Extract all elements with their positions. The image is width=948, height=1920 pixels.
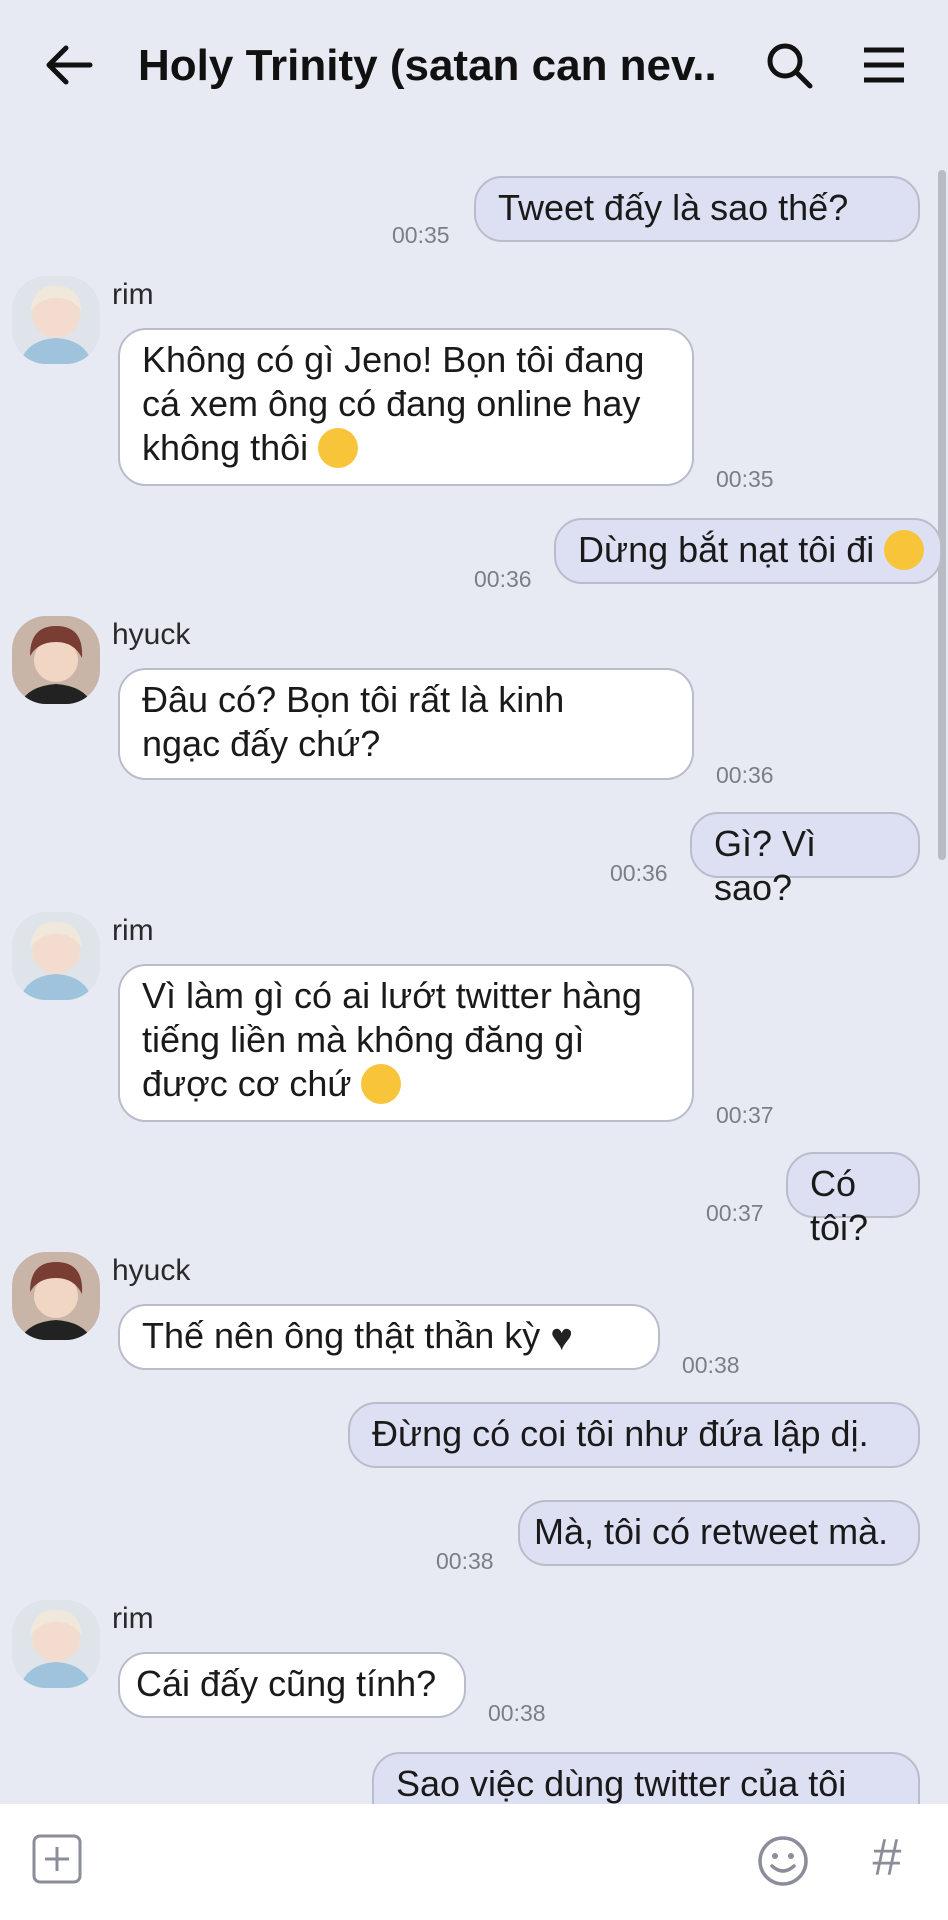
message-line: không thôi bbox=[142, 427, 309, 468]
message-text: Đừng có coi tôi như đứa lập dị. bbox=[372, 1413, 869, 1454]
incoming-message[interactable]: Cái đấy cũng tính? bbox=[118, 1652, 466, 1718]
incoming-message[interactable]: Không có gì Jeno! Bọn tôi đang cá xem ôn… bbox=[118, 328, 694, 486]
avatar-hyuck bbox=[12, 616, 100, 704]
emoji-button[interactable] bbox=[756, 1834, 810, 1888]
message-line: Không có gì Jeno! Bọn tôi đang bbox=[142, 339, 645, 380]
message-line: cá xem ông có đang online hay bbox=[142, 383, 641, 424]
message-line: Đâu có? Bọn tôi rất là kinh bbox=[142, 679, 565, 720]
message-time: 00:36 bbox=[610, 860, 668, 886]
avatar[interactable] bbox=[12, 1600, 100, 1688]
chat-title: Holy Trinity (satan can nev... bbox=[138, 41, 718, 90]
avatar[interactable] bbox=[12, 616, 100, 704]
sender-name: rim bbox=[112, 1602, 154, 1635]
avatar[interactable] bbox=[12, 1252, 100, 1340]
message-line: ngạc đấy chứ? bbox=[142, 723, 381, 764]
sender-name: hyuck bbox=[112, 1254, 191, 1287]
outgoing-message[interactable]: Có tôi? bbox=[786, 1152, 920, 1248]
add-attachment-button[interactable] bbox=[32, 1834, 82, 1884]
black-heart-icon: ♥ bbox=[550, 1317, 573, 1359]
search-button[interactable] bbox=[762, 38, 818, 94]
yawning-face-emoji-icon bbox=[361, 1064, 402, 1104]
incoming-message[interactable]: Vì làm gì có ai lướt twitter hàng tiếng … bbox=[118, 964, 694, 1122]
message-text: Gì? Vì sao? bbox=[714, 823, 817, 908]
outgoing-message[interactable]: Tweet đấy là sao thế? bbox=[474, 176, 920, 242]
outgoing-message[interactable]: Mà, tôi có retweet mà. bbox=[518, 1500, 920, 1566]
message-text: Tweet đấy là sao thế? bbox=[498, 187, 849, 228]
smiley-icon bbox=[758, 1836, 808, 1886]
message-time: 00:36 bbox=[716, 762, 774, 788]
avatar-hyuck bbox=[12, 1252, 100, 1340]
chat-screen: Holy Trinity (satan can nev... 00:35 Twe… bbox=[0, 0, 948, 1920]
hand-over-mouth-emoji-icon bbox=[318, 428, 359, 468]
avatar-rim bbox=[12, 276, 100, 364]
sender-name: rim bbox=[112, 278, 154, 311]
arrow-left-icon bbox=[46, 45, 93, 85]
plus-icon bbox=[32, 1834, 82, 1884]
hashtag-button[interactable]: # bbox=[862, 1828, 912, 1888]
message-time: 00:36 bbox=[474, 566, 532, 592]
sender-name: rim bbox=[112, 914, 154, 947]
incoming-message[interactable]: Đâu có? Bọn tôi rất là kinh ngạc đấy chứ… bbox=[118, 668, 694, 780]
incoming-message[interactable]: Thế nên ông thật thần kỳ ♥ bbox=[118, 1304, 660, 1370]
message-text: Sao việc dùng twitter của tôi bbox=[396, 1763, 847, 1804]
message-time: 00:35 bbox=[392, 222, 450, 248]
search-icon bbox=[767, 43, 813, 89]
message-time: 00:37 bbox=[706, 1200, 764, 1226]
message-line: tiếng liền mà không đăng gì bbox=[142, 1019, 585, 1060]
message-time: 00:38 bbox=[682, 1352, 740, 1378]
message-text: Cái đấy cũng tính? bbox=[136, 1663, 437, 1704]
message-time: 00:37 bbox=[716, 1102, 774, 1128]
avatar-rim bbox=[12, 912, 100, 1000]
outgoing-message[interactable]: Gì? Vì sao? bbox=[690, 812, 920, 908]
weary-face-emoji-icon bbox=[884, 530, 925, 570]
outgoing-message[interactable]: Dừng bắt nạt tôi đi bbox=[554, 518, 942, 584]
sender-name: hyuck bbox=[112, 618, 191, 651]
message-text: Mà, tôi có retweet mà. bbox=[534, 1511, 889, 1552]
back-button[interactable] bbox=[40, 40, 96, 90]
hamburger-menu-icon bbox=[864, 47, 904, 83]
avatar[interactable] bbox=[12, 912, 100, 1000]
outgoing-message[interactable]: Đừng có coi tôi như đứa lập dị. bbox=[348, 1402, 920, 1468]
message-text: Dừng bắt nạt tôi đi bbox=[578, 529, 875, 570]
avatar[interactable] bbox=[12, 276, 100, 364]
message-time: 00:38 bbox=[488, 1700, 546, 1726]
message-line: Vì làm gì có ai lướt twitter hàng bbox=[142, 975, 642, 1016]
hashtag-icon: # bbox=[872, 1829, 902, 1887]
message-input-bar: # bbox=[0, 1804, 948, 1920]
message-time: 00:35 bbox=[716, 466, 774, 492]
message-text: Có tôi? bbox=[810, 1163, 869, 1248]
message-text: Thế nên ông thật thần kỳ bbox=[142, 1315, 541, 1356]
menu-button[interactable] bbox=[858, 40, 910, 90]
chat-header: Holy Trinity (satan can nev... bbox=[0, 0, 948, 130]
message-time: 00:38 bbox=[436, 1548, 494, 1574]
scrollbar[interactable] bbox=[938, 170, 946, 860]
message-line: được cơ chứ bbox=[142, 1063, 352, 1104]
avatar-rim bbox=[12, 1600, 100, 1688]
